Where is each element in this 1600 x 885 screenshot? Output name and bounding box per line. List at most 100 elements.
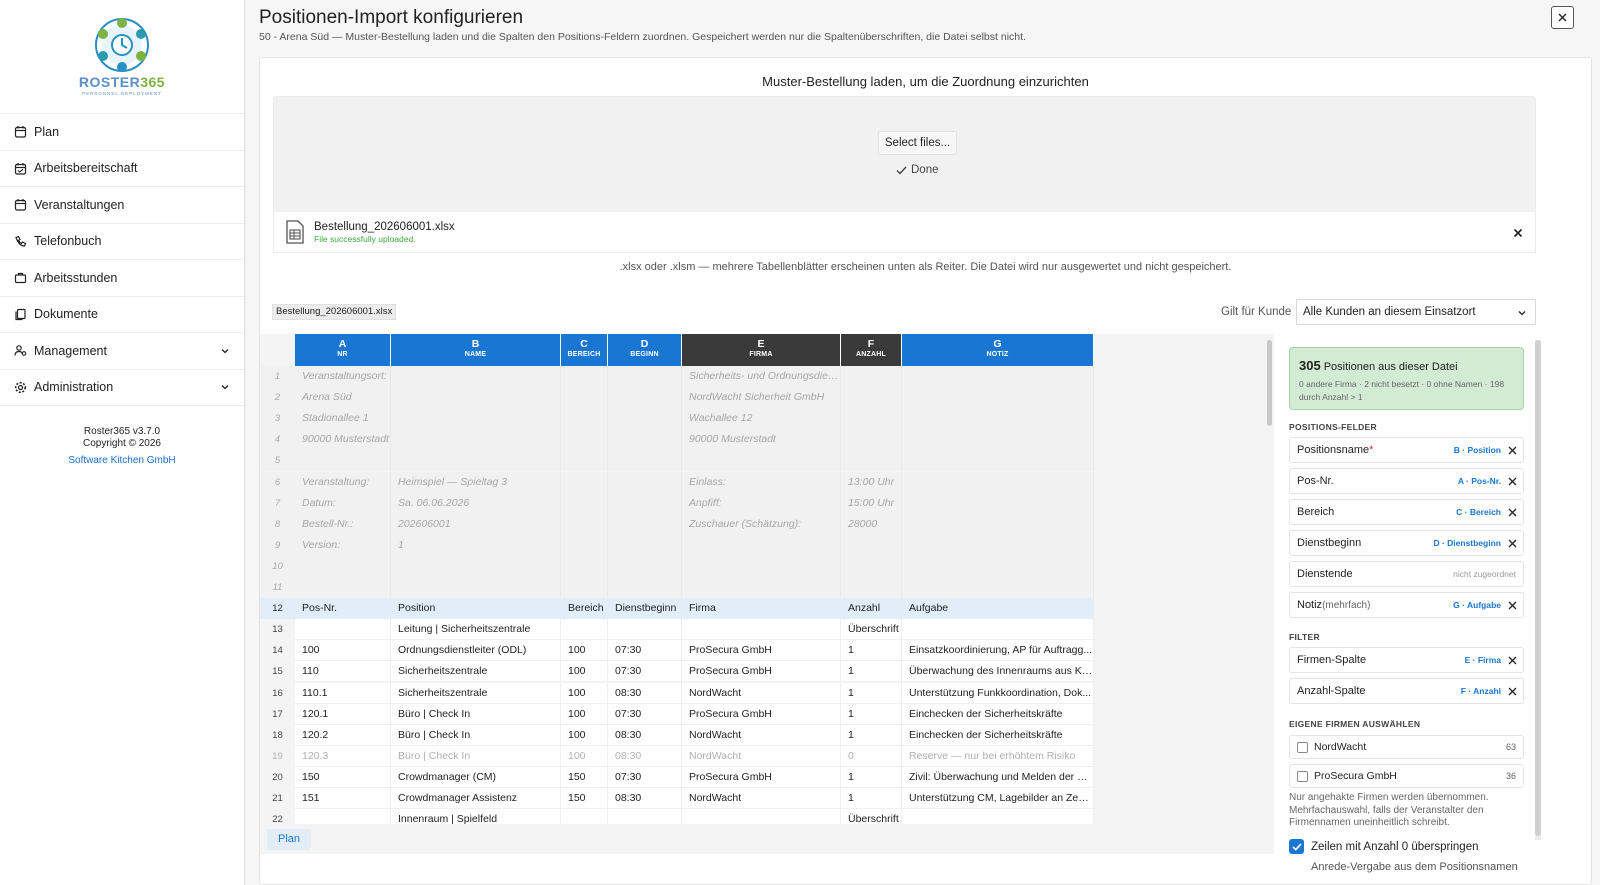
clear-mapping-button[interactable] [1508, 539, 1517, 551]
column-header-c[interactable]: C BEREICH [561, 334, 608, 366]
field-pos-nr[interactable]: Pos-Nr. A · Pos-Nr. [1289, 468, 1524, 494]
field-dienstende[interactable]: Dienstende nicht zugeordnet [1289, 561, 1524, 587]
column-letter: D [640, 338, 649, 350]
row-number: 15 [260, 661, 295, 683]
sidebar-item-telefonbuch[interactable]: Telefonbuch [0, 224, 244, 260]
clear-mapping-button[interactable] [1508, 656, 1517, 668]
table-row[interactable]: 1 Veranstaltungsort: Sicherheits- und Ordn… [260, 366, 1094, 387]
table-cell: 08:30 [608, 724, 682, 746]
file-dropzone[interactable]: Select files... Done [273, 96, 1536, 213]
remove-file-button[interactable] [1513, 225, 1523, 243]
field-mapping: D · Dienstbeginn [1433, 538, 1501, 548]
field-mapping: F · Anzahl [1460, 686, 1501, 696]
filter-anzahl-spalte[interactable]: Anzahl-Spalte F · Anzahl [1289, 678, 1524, 704]
header-row[interactable]: 12 Pos-Nr. Position Bereich Dienstbeginn Firm… [260, 598, 1094, 620]
close-icon [1508, 601, 1517, 610]
table-row[interactable]: 4 90000 Musterstadt 90000 Musterstadt [260, 429, 1094, 451]
sidebar-item-label: Administration [34, 380, 114, 395]
table-cell [295, 450, 391, 472]
table-row[interactable]: 3 Stadionallee 1 Wachallee 12 [260, 408, 1094, 430]
calendar-check-icon [14, 162, 27, 175]
table-row[interactable]: 2 Arena Süd NordWacht Sicherheit GmbH [260, 387, 1094, 409]
row-number: 13 [260, 619, 295, 641]
table-row[interactable]: 17 120.1 Büro | Check In 100 07:30 ProSecura … [260, 703, 1094, 725]
clear-mapping-button[interactable] [1508, 601, 1517, 613]
sidebar-item-dokumente[interactable]: Dokumente [0, 297, 244, 333]
column-header-b[interactable]: B NAME [391, 334, 561, 366]
sidebar-item-arbeitsstunden[interactable]: Arbeitsstunden [0, 260, 244, 297]
panel-scroll-thumb[interactable] [1535, 340, 1541, 836]
checkbox-checked[interactable] [1289, 839, 1304, 854]
logo[interactable]: ROSTER365 PERSONNEL DEPLOYMENT [0, 0, 244, 114]
table-row[interactable]: 6 Veranstaltung: Heimspiel — Spieltag 3 Ein… [260, 471, 1094, 493]
dialog-title: Positionen-Import konfigurieren [259, 7, 524, 28]
sheet-grid[interactable]: A NR B NAME C BEREICH D BEGINN E FIRMA F ANZAHL G NOT… [260, 334, 1274, 824]
sheet-tab-plan[interactable]: Plan [267, 829, 312, 850]
table-row[interactable]: 10 [260, 555, 1094, 577]
field-mapping: A · Pos-Nr. [1457, 476, 1501, 486]
table-row[interactable]: 14 100 Ordnungsdienstleiter (ODL) 100 07:30 P… [260, 640, 1094, 662]
table-cell: NordWacht [682, 745, 841, 767]
clear-mapping-button[interactable] [1508, 508, 1517, 520]
column-header-a[interactable]: A NR [295, 334, 391, 366]
firm-checkbox-nordwacht[interactable]: NordWacht 63 [1289, 735, 1524, 759]
sidebar-item-arbeitsbereitschaft[interactable]: Arbeitsbereitschaft [0, 151, 244, 187]
table-cell: Anzahl [841, 598, 902, 620]
panel-scrollbar[interactable] [1535, 340, 1541, 840]
table-cell: Pos-Nr. [295, 598, 391, 620]
company-link[interactable]: Software Kitchen GmbH [0, 455, 244, 467]
field-dienstbeginn[interactable]: Dienstbeginn D · Dienstbeginn [1289, 530, 1524, 556]
row-number: 3 [274, 413, 281, 425]
firm-checkbox-prosecura[interactable]: ProSecura GmbH 36 [1289, 764, 1524, 788]
table-cell [295, 555, 391, 577]
clear-mapping-button[interactable] [1508, 687, 1517, 699]
table-cell: 120.3 [295, 745, 391, 767]
table-cell [682, 534, 841, 556]
column-header-g[interactable]: G NOTIZ [902, 334, 1094, 366]
checkbox-unchecked[interactable] [1297, 741, 1308, 753]
sidebar-item-management[interactable]: Management [0, 333, 244, 370]
table-row[interactable]: 15 110 Sicherheitszentrale 100 07:30 ProSecur… [260, 661, 1094, 683]
table-row[interactable]: 11 [260, 577, 1094, 598]
table-row[interactable]: 16 110.1 Sicherheitszentrale 100 08:30 NordWa… [260, 682, 1094, 704]
field-positionsname[interactable]: Positionsname * B · Position [1289, 437, 1524, 463]
close-button[interactable] [1551, 6, 1574, 29]
sidebar-item-plan[interactable]: Plan [0, 114, 244, 151]
column-header-e[interactable]: E FIRMA [682, 334, 841, 366]
dialog-subtitle: 50 - Arena Süd — Muster-Bestellung laden… [259, 31, 1026, 43]
table-row[interactable]: 13 Leitung | Sicherheitszentrale Überschri… [260, 619, 1094, 641]
table-row[interactable]: 22 Innenraum | Spielfeld Überschrift [260, 809, 1094, 824]
kunde-select[interactable]: Alle Kunden an diesem Einsatzort [1296, 299, 1536, 325]
column-header-f[interactable]: F ANZAHL [841, 334, 902, 366]
table-row[interactable]: 21 151 Crowdmanager Assistenz 150 08:30 NordW… [260, 788, 1094, 809]
grid-scrollbar[interactable] [1267, 340, 1272, 426]
chevron-down-icon [220, 382, 230, 392]
table-row[interactable]: 5 [260, 450, 1094, 472]
field-notiz[interactable]: Notiz (mehrfach) G · Aufgabe [1289, 592, 1524, 618]
checkbox-unchecked[interactable] [1297, 770, 1308, 782]
filter-firmen-spalte[interactable]: Firmen-Spalte E · Firma [1289, 647, 1524, 673]
table-row[interactable]: 7 Datum: Sa. 06.06.2026 Anpfiff: 15:00 Uhr [260, 492, 1094, 514]
sidebar-item-administration[interactable]: Administration [0, 370, 244, 406]
summary-box: 305 Positionen aus dieser Datei 0 andere … [1289, 347, 1524, 410]
column-letter: F [867, 338, 875, 350]
table-row[interactable]: 9 Version: 1 [260, 534, 1094, 556]
row-number: 5 [274, 455, 281, 467]
table-cell: Überschrift [841, 619, 902, 641]
field-bereich[interactable]: Bereich C · Bereich [1289, 499, 1524, 525]
column-header-d[interactable]: D BEGINN [608, 334, 682, 366]
table-cell: Innenraum | Spielfeld [391, 809, 561, 824]
clear-mapping-button[interactable] [1508, 477, 1517, 489]
sidebar-item-label: Arbeitsbereitschaft [34, 161, 138, 176]
table-row[interactable]: 18 120.2 Büro | Check In 100 08:30 NordWacht 1… [260, 724, 1094, 746]
sidebar-item-veranstaltungen[interactable]: Veranstaltungen [0, 187, 244, 224]
skip-zero-rows-checkbox[interactable]: Zeilen mit Anzahl 0 überspringen [1289, 839, 1479, 854]
table-cell [841, 387, 902, 409]
table-row[interactable]: 20 150 Crowdmanager (CM) 150 07:30 ProSecura … [260, 766, 1094, 788]
copyright-text: Copyright © 2026 [83, 438, 161, 449]
table-row[interactable]: 8 Bestell-Nr.: 202606001 Zuschauer (Schätzu… [260, 513, 1094, 535]
sheet-name-chip[interactable]: Bestellung_202606001.xlsx [272, 304, 397, 320]
table-row[interactable]: 19 120.3 Büro | Check In 100 08:30 NordWacht 0… [260, 745, 1094, 767]
clear-mapping-button[interactable] [1508, 446, 1517, 458]
select-files-button[interactable]: Select files... [878, 131, 957, 155]
